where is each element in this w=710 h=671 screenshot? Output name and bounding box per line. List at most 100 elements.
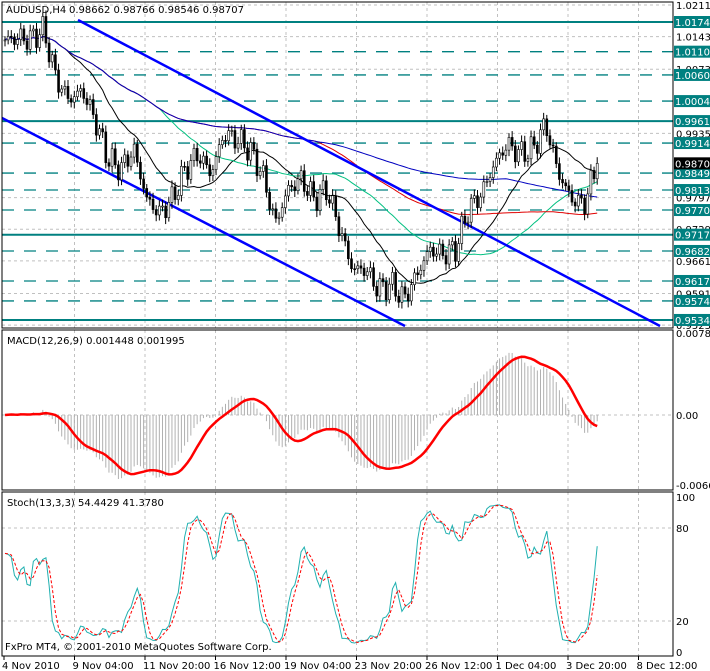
candle-body bbox=[3, 39, 7, 42]
candle-body bbox=[47, 42, 51, 63]
candle-body bbox=[498, 152, 501, 159]
candle-body bbox=[95, 114, 98, 136]
candle-body bbox=[365, 271, 369, 276]
candle-body bbox=[403, 286, 407, 295]
candle-body bbox=[123, 154, 126, 163]
candle-body bbox=[466, 221, 470, 224]
time-label: 19 Nov 04:00 bbox=[284, 661, 351, 671]
candle-body bbox=[444, 255, 448, 265]
candle-body bbox=[214, 156, 218, 170]
candle-body bbox=[88, 99, 92, 105]
candle-body bbox=[145, 188, 149, 198]
candle-body bbox=[243, 129, 246, 149]
candle-body bbox=[173, 186, 177, 200]
candle-body bbox=[400, 286, 404, 303]
candle-body bbox=[274, 208, 278, 219]
candle-body bbox=[580, 194, 583, 199]
candle-body bbox=[227, 130, 230, 142]
time-label: 23 Nov 20:00 bbox=[355, 661, 422, 671]
candle-body bbox=[161, 205, 164, 208]
candle-body bbox=[595, 163, 599, 180]
candle-body bbox=[315, 196, 319, 211]
candle-body bbox=[113, 148, 117, 166]
candle-body bbox=[435, 253, 438, 257]
candle-body bbox=[224, 140, 227, 142]
candle-body bbox=[217, 144, 221, 157]
candle-body bbox=[564, 182, 568, 187]
candle-body bbox=[513, 145, 517, 163]
candle-body bbox=[151, 198, 155, 210]
level-label: 0.95749 bbox=[675, 297, 710, 308]
candle-body bbox=[252, 142, 256, 150]
candle-body bbox=[22, 28, 26, 42]
candle-body bbox=[476, 195, 479, 208]
candle-body bbox=[381, 278, 385, 283]
candle-body bbox=[233, 130, 237, 149]
candle-body bbox=[378, 278, 382, 297]
candle-body bbox=[419, 269, 423, 275]
candle-body bbox=[573, 201, 577, 207]
candle-body bbox=[428, 246, 432, 252]
candle-body bbox=[79, 88, 82, 92]
level-label: 0.96823 bbox=[675, 247, 710, 258]
candle-body bbox=[265, 165, 268, 193]
candle-body bbox=[35, 28, 38, 48]
candle-body bbox=[299, 170, 303, 180]
level-label: 0.99615 bbox=[675, 117, 710, 128]
candle-body bbox=[340, 233, 344, 237]
candle-body bbox=[510, 137, 514, 147]
candle-body bbox=[208, 164, 212, 177]
candle-body bbox=[504, 149, 508, 156]
candle-body bbox=[529, 136, 533, 160]
candle-body bbox=[318, 189, 322, 211]
candle-body bbox=[567, 185, 571, 191]
candle-body bbox=[353, 268, 356, 271]
candle-body bbox=[287, 185, 290, 197]
price-tick: 1.02110 bbox=[676, 1, 710, 12]
candle-body bbox=[170, 186, 174, 203]
candle-body bbox=[16, 39, 19, 45]
candle-body bbox=[359, 265, 363, 269]
candle-body bbox=[249, 142, 252, 161]
candle-body bbox=[343, 233, 347, 242]
candle-body bbox=[501, 152, 505, 156]
candle-body bbox=[576, 194, 580, 207]
grid bbox=[2, 2, 673, 656]
stoch-d-line bbox=[4, 504, 598, 643]
candle-body bbox=[545, 118, 549, 136]
ohlc-readout: 0.98662 0.98766 0.98546 0.98707 bbox=[69, 5, 244, 16]
candle-body bbox=[592, 170, 596, 180]
time-label: 26 Nov 12:00 bbox=[425, 661, 492, 671]
macd-tick: -0.00667 bbox=[676, 481, 710, 492]
candle-body bbox=[6, 35, 10, 41]
stoch-panel bbox=[4, 504, 598, 644]
candle-body bbox=[296, 178, 300, 191]
candle-body bbox=[406, 293, 410, 302]
candle-body bbox=[13, 36, 16, 45]
candle-body bbox=[136, 143, 139, 163]
candle-body bbox=[28, 30, 32, 50]
candles bbox=[3, 10, 599, 309]
macd-tick: 0.00 bbox=[676, 411, 698, 422]
macd-label: MACD(12,26,9) 0.001448 0.001995 bbox=[7, 336, 185, 347]
candle-body bbox=[139, 161, 142, 180]
level-label: 0.96178 bbox=[675, 277, 710, 288]
candle-body bbox=[73, 96, 76, 103]
candle-body bbox=[488, 177, 492, 182]
price-tick: 1.01430 bbox=[676, 33, 710, 44]
candle-body bbox=[561, 179, 564, 184]
trend-line-lower bbox=[1, 116, 406, 328]
candle-body bbox=[362, 267, 366, 276]
candle-body bbox=[32, 28, 35, 32]
panel-frame bbox=[1, 491, 674, 657]
level-label: 0.97173 bbox=[675, 231, 710, 242]
candle-body bbox=[82, 88, 86, 99]
candle-body bbox=[268, 191, 271, 210]
candle-body bbox=[158, 205, 161, 216]
candle-body bbox=[495, 157, 498, 168]
chart-canvas[interactable]: 4 Nov 2010 9 Nov 04:00 11 Nov 20:00 16 Nov … bbox=[0, 0, 710, 671]
symbol-timeframe: AUDUSD,H4 bbox=[6, 5, 66, 16]
candle-body bbox=[76, 90, 79, 98]
candle-body bbox=[211, 169, 215, 177]
candle-body bbox=[41, 16, 45, 36]
